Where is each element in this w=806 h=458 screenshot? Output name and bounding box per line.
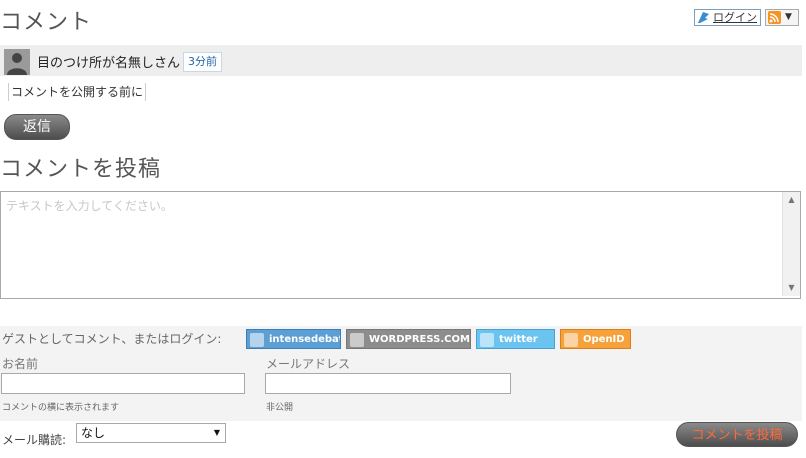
post-comment-button[interactable]: コメントを投稿 <box>676 422 798 447</box>
scroll-up-icon[interactable]: ▲ <box>783 193 800 207</box>
wordpress-icon <box>350 333 364 347</box>
wordpress-login-button[interactable]: WORDPRESS.COM <box>346 329 471 349</box>
openid-icon <box>564 333 578 347</box>
name-label: お名前 <box>2 357 39 371</box>
email-field-wrap <box>265 373 511 395</box>
twitter-icon <box>480 333 494 347</box>
login-label: ログイン <box>713 11 757 24</box>
comment-time[interactable]: 3分前 <box>183 52 222 72</box>
subscribe-select[interactable]: なし ▼ <box>76 423 226 443</box>
intensedebate-icon <box>697 11 710 24</box>
email-input[interactable] <box>266 375 510 395</box>
service-label: WORDPRESS.COM <box>369 334 470 345</box>
post-comment-heading: コメントを投稿 <box>0 157 162 182</box>
scroll-down-icon[interactable]: ▼ <box>783 281 800 295</box>
subscribe-selected: なし <box>81 426 106 440</box>
subscribe-label: メール購読: <box>2 433 67 447</box>
comment-textarea[interactable] <box>1 192 781 296</box>
chevron-down-icon: ▼ <box>213 428 220 437</box>
service-label: twitter <box>499 334 538 345</box>
rss-icon <box>768 11 781 24</box>
avatar <box>4 49 30 75</box>
name-field-wrap <box>1 373 245 395</box>
rss-menu-button[interactable]: ▼ <box>765 9 799 26</box>
comment-body: コメントを公開する前に <box>8 83 147 101</box>
twitter-login-button[interactable]: twitter <box>476 329 555 349</box>
reply-button[interactable]: 返信 <box>4 114 70 140</box>
service-label: OpenID <box>583 334 625 345</box>
email-label: メールアドレス <box>266 357 351 371</box>
login-button[interactable]: ログイン <box>694 9 761 26</box>
intensedebate-icon <box>250 333 264 347</box>
chevron-down-icon: ▼ <box>785 12 792 22</box>
email-hint: 非公開 <box>266 403 294 413</box>
service-label: intensedebate <box>269 334 340 345</box>
intensedebate-login-button[interactable]: intensedebate <box>246 329 341 349</box>
comments-heading: コメント <box>0 10 93 35</box>
comment-author[interactable]: 目のつけ所が名無しさん <box>37 52 180 71</box>
name-input[interactable] <box>2 375 244 395</box>
openid-login-button[interactable]: OpenID <box>560 329 631 349</box>
guest-login-label: ゲストとしてコメント、またはログイン: <box>2 332 222 346</box>
editor-scrollbar[interactable]: ▲ ▼ <box>782 192 800 296</box>
comment-editor: ▲ ▼ <box>0 191 801 299</box>
name-hint: コメントの横に表示されます <box>2 403 120 413</box>
